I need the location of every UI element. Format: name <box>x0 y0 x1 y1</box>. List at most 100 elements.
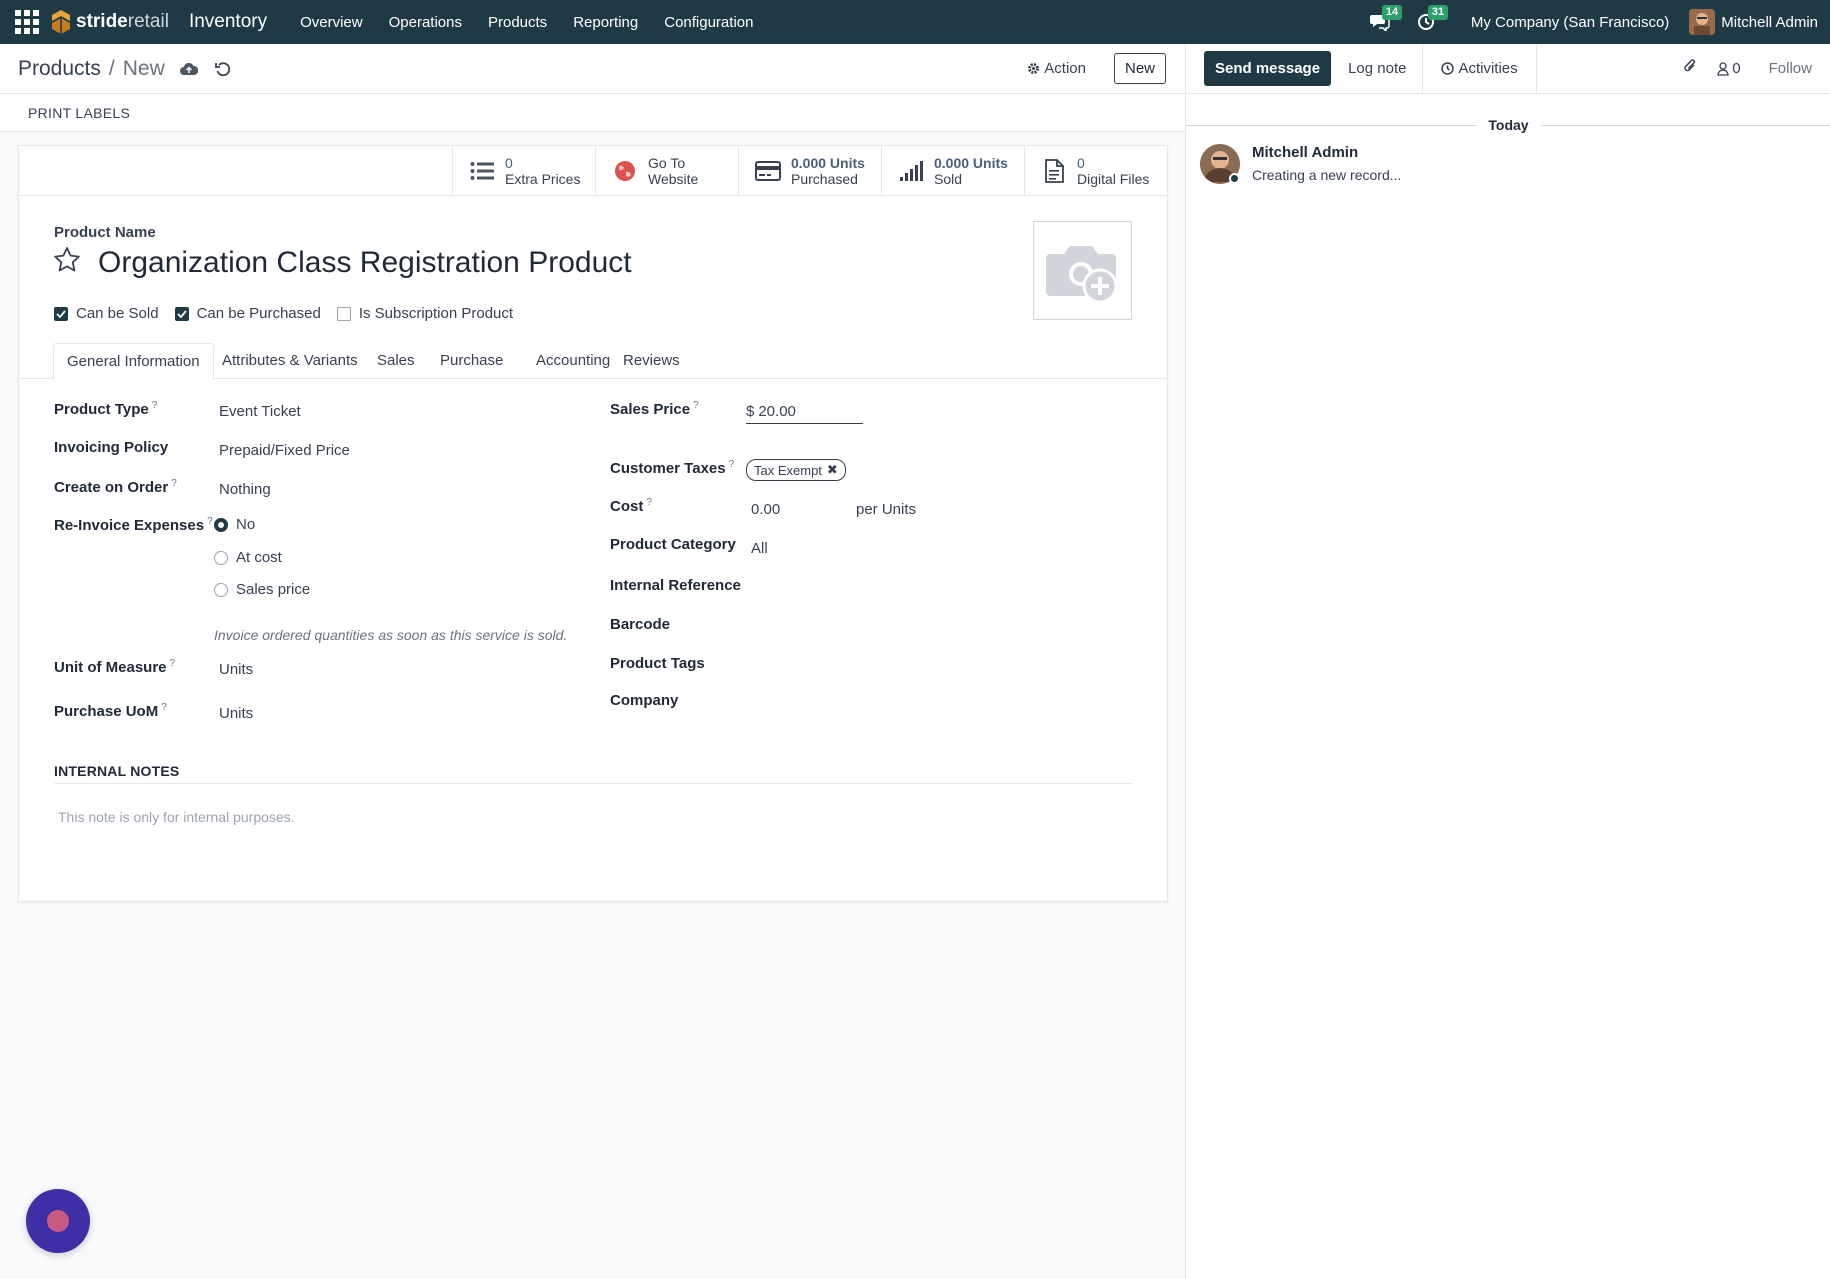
user-menu[interactable]: Mitchell Admin <box>1689 9 1818 35</box>
sold-label: Sold <box>934 171 963 187</box>
product-image-upload[interactable] <box>1033 221 1132 320</box>
apps-menu-icon[interactable] <box>14 9 40 35</box>
digital-files-label: Digital Files <box>1077 171 1150 187</box>
internal-notes-editor[interactable]: This note is only for internal purposes. <box>58 809 295 825</box>
new-button[interactable]: New <box>1113 53 1166 84</box>
activity-clock-icon[interactable]: 31 <box>1415 5 1449 33</box>
cloud-upload-icon[interactable] <box>179 59 199 79</box>
cost-label: Cost? <box>610 497 652 515</box>
product-category-label: Product Category <box>610 536 736 553</box>
reinvoice-option-sales-price[interactable]: Sales price <box>214 581 310 598</box>
favorite-star-icon[interactable] <box>53 246 83 276</box>
print-labels-button[interactable]: PRINT LABELS <box>28 105 130 121</box>
form-tabs: General Information Attributes & Variant… <box>19 343 1167 380</box>
tab-sales[interactable]: Sales <box>364 343 428 379</box>
brand-name-light: retail <box>127 11 169 32</box>
product-type-select[interactable]: Event Ticket <box>219 403 301 420</box>
go-to-website-button[interactable]: Go To Website <box>595 146 738 196</box>
gear-icon <box>1028 63 1040 74</box>
company-label: Company <box>610 692 679 709</box>
menu-reporting[interactable]: Reporting <box>560 14 651 31</box>
follow-button[interactable]: Follow <box>1769 60 1812 77</box>
message-author[interactable]: Mitchell Admin <box>1252 144 1401 161</box>
smart-buttons: 0 Extra Prices Go To Website 0.000 Units Pu… <box>452 146 1167 196</box>
purchased-button[interactable]: 0.000 Units Purchased <box>738 146 881 196</box>
activities-button[interactable]: Activities <box>1422 43 1537 94</box>
assistant-dot-icon <box>47 1210 69 1232</box>
tab-attributes-variants[interactable]: Attributes & Variants <box>209 343 371 379</box>
tax-tag-label: Tax Exempt <box>754 462 822 478</box>
create-on-order-label: Create on Order? <box>54 478 177 496</box>
can-be-purchased-checkbox[interactable]: Can be Purchased <box>174 305 321 322</box>
user-avatar <box>1689 9 1716 35</box>
checkbox-unchecked-icon <box>336 306 351 321</box>
log-note-button[interactable]: Log note <box>1348 60 1406 77</box>
form-sheet: 0 Extra Prices Go To Website 0.000 Units Pu… <box>18 145 1168 902</box>
purchase-uom-select[interactable]: Units <box>219 705 253 722</box>
menu-products[interactable]: Products <box>475 14 560 31</box>
brand-logo[interactable]: stride retail <box>50 9 169 35</box>
author-avatar[interactable] <box>1200 144 1240 184</box>
invoicing-policy-label: Invoicing Policy <box>54 439 169 456</box>
send-message-button[interactable]: Send message <box>1204 51 1332 86</box>
menu-configuration[interactable]: Configuration <box>651 14 766 31</box>
product-category-select[interactable]: All <box>751 540 768 557</box>
sales-price-input[interactable]: $ 20.00 <box>746 403 863 424</box>
assistant-launcher-button[interactable] <box>26 1189 90 1253</box>
menu-overview[interactable]: Overview <box>287 14 376 31</box>
chatter-actions: 0 Follow <box>1683 58 1812 79</box>
invoicing-policy-select[interactable]: Prepaid/Fixed Price <box>219 442 350 459</box>
tab-reviews[interactable]: Reviews <box>610 343 693 379</box>
tab-general-information[interactable]: General Information <box>53 343 214 380</box>
product-tags-label: Product Tags <box>610 655 705 672</box>
chatter-message: Mitchell Admin Creating a new record... <box>1200 144 1401 184</box>
tab-accounting[interactable]: Accounting <box>523 343 623 379</box>
action-menu-button[interactable]: Action <box>1027 60 1086 77</box>
undo-icon[interactable] <box>213 59 233 79</box>
company-switcher[interactable]: My Company (San Francisco) <box>1471 14 1669 31</box>
purchased-label: Purchased <box>791 171 858 187</box>
camera-plus-icon <box>1045 245 1117 303</box>
message-body: Creating a new record... <box>1252 167 1402 183</box>
radio-unselected-icon <box>214 582 228 597</box>
reinvoice-help-text: Invoice ordered quantities as soon as th… <box>214 627 568 643</box>
signal-icon <box>898 158 924 184</box>
date-separator: Today <box>1186 117 1830 133</box>
action-label: Action <box>1044 60 1086 77</box>
unit-of-measure-select[interactable]: Units <box>219 661 253 678</box>
menu-operations[interactable]: Operations <box>376 14 475 31</box>
digital-files-count: 0 <box>1077 155 1085 171</box>
reinvoice-option-at-cost[interactable]: At cost <box>214 549 282 566</box>
tab-purchase[interactable]: Purchase <box>427 343 516 379</box>
sold-button[interactable]: 0.000 Units Sold <box>881 146 1024 196</box>
cost-unit: per Units <box>856 501 917 518</box>
can-be-sold-checkbox[interactable]: Can be Sold <box>54 305 159 322</box>
cost-input[interactable]: 0.00 <box>751 501 780 518</box>
followers-button[interactable]: 0 <box>1717 60 1741 77</box>
main-menu: Overview Operations Products Reporting C… <box>287 14 766 31</box>
is-subscription-checkbox[interactable]: Is Subscription Product <box>336 305 513 322</box>
create-on-order-select[interactable]: Nothing <box>219 481 271 498</box>
tax-exempt-tag[interactable]: Tax Exempt ✖ <box>746 459 846 481</box>
logo-mark-icon <box>52 10 70 34</box>
app-name[interactable]: Inventory <box>189 11 267 33</box>
messaging-icon[interactable]: 14 <box>1369 5 1403 33</box>
online-status-icon <box>1229 173 1240 184</box>
control-panel: Products / New Action New <box>0 44 1185 94</box>
remove-tag-icon[interactable]: ✖ <box>827 462 838 478</box>
user-name: Mitchell Admin <box>1721 13 1818 31</box>
sold-qty: 0.000 Units <box>934 155 1008 171</box>
list-icon <box>469 158 495 184</box>
breadcrumb: Products / New <box>18 57 233 81</box>
breadcrumb-products[interactable]: Products <box>18 57 101 81</box>
sales-price-label: Sales Price? <box>610 400 699 418</box>
currency-symbol: $ <box>746 403 755 420</box>
activities-count-badge: 31 <box>1427 5 1449 20</box>
checkbox-checked-icon <box>174 306 189 321</box>
paperclip-icon[interactable] <box>1683 58 1697 79</box>
product-name-input[interactable]: Organization Class Registration Product <box>98 246 938 286</box>
reinvoice-option-no[interactable]: No <box>214 516 255 533</box>
digital-files-button[interactable]: 0 Digital Files <box>1024 146 1167 196</box>
brand-name-bold: stride <box>76 11 128 32</box>
extra-prices-button[interactable]: 0 Extra Prices <box>452 146 595 196</box>
